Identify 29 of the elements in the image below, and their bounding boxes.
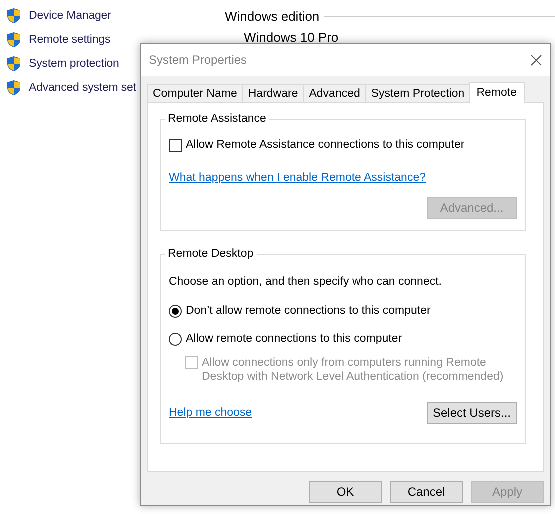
sidebar-link[interactable]: System protection <box>29 58 120 70</box>
shield-icon <box>7 8 21 24</box>
close-icon[interactable] <box>531 54 542 66</box>
button[interactable]: OK <box>309 481 382 503</box>
group-title: Remote Assistance <box>168 113 266 125</box>
tab[interactable]: System Protection <box>365 84 471 102</box>
radio-label[interactable]: Allow remote connections to this computer <box>186 333 402 345</box>
checkbox[interactable] <box>169 139 182 152</box>
window-title: System Properties <box>149 53 248 67</box>
radio-button[interactable] <box>169 305 182 318</box>
tab[interactable]: Remote <box>468 82 525 103</box>
section-heading: Windows edition <box>225 9 320 24</box>
radio-label[interactable]: Don’t allow remote connections to this computer <box>186 305 431 317</box>
edition-text: Windows 10 Pro <box>244 30 339 45</box>
sidebar-link[interactable]: Device Manager <box>29 10 112 22</box>
instruction-text: Choose an option, and then specify who can connect. <box>169 276 442 288</box>
sidebar-link[interactable]: Remote settings <box>29 34 111 46</box>
shield-icon <box>7 56 21 72</box>
sidebar-link[interactable]: Advanced system set <box>29 82 136 94</box>
tab[interactable]: Computer Name <box>147 84 244 102</box>
shield-icon <box>7 80 21 96</box>
button[interactable]: Cancel <box>390 481 463 503</box>
help-link[interactable]: Help me choose <box>169 407 252 419</box>
checkbox-label[interactable]: Allow Remote Assistance connections to this computer <box>186 139 465 151</box>
help-link[interactable]: What happens when I enable Remote Assistance? <box>169 172 426 184</box>
button[interactable]: Select Users... <box>427 402 517 424</box>
shield-icon <box>7 32 21 48</box>
group-title: Remote Desktop <box>168 248 254 260</box>
radio-button[interactable] <box>169 333 182 346</box>
